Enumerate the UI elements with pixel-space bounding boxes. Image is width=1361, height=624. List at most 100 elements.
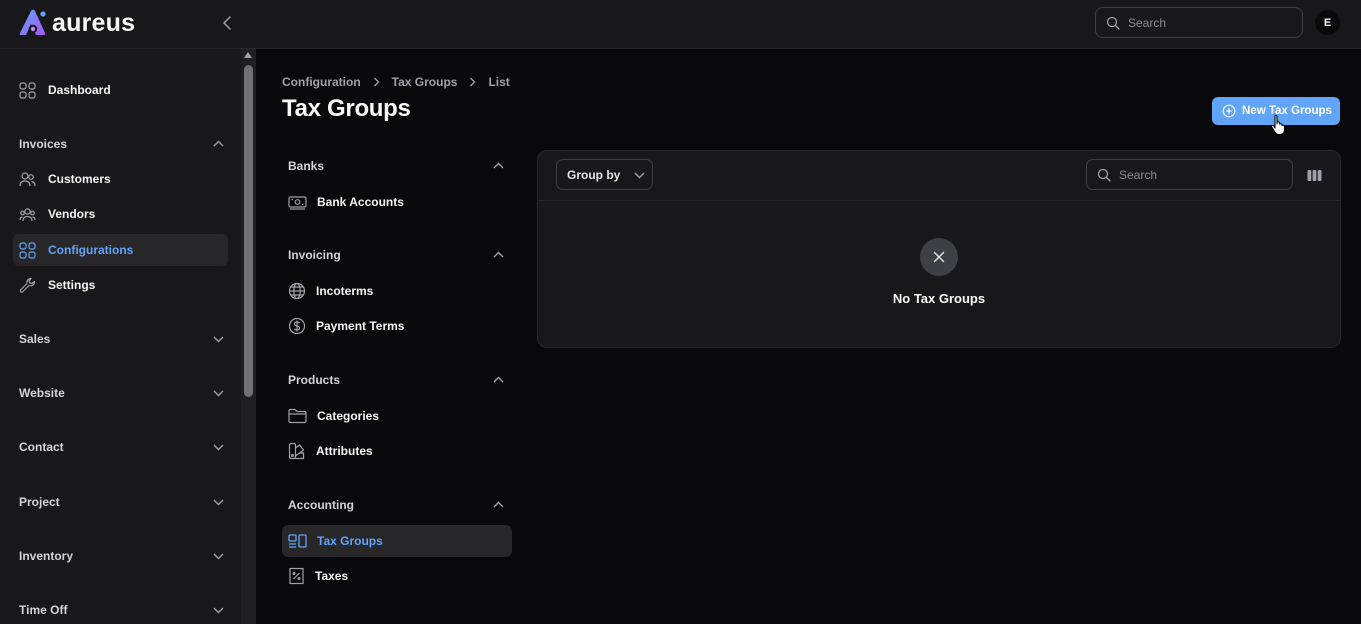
app-logo[interactable]: aureus	[18, 9, 135, 37]
sidebar-group-invoices[interactable]: Invoices	[19, 134, 224, 154]
sidebar-item-dashboard[interactable]: Dashboard	[13, 74, 228, 106]
sidebar-group-label: Contact	[19, 440, 64, 454]
tax-groups-table: Group by No Tax Groups	[537, 150, 1341, 348]
hand-cursor-icon	[1271, 114, 1286, 136]
chevron-right-icon	[373, 77, 380, 87]
dollar-icon	[288, 317, 306, 335]
sidebar-item-label: Configurations	[48, 243, 134, 257]
sidebar-item-vendors[interactable]: Vendors	[13, 198, 228, 230]
table-search[interactable]	[1086, 159, 1293, 190]
close-icon	[933, 251, 945, 263]
logo-mark-icon	[19, 9, 46, 35]
global-search-input[interactable]	[1128, 15, 1278, 30]
page-title: Tax Groups	[282, 95, 411, 122]
receipt-percent-icon	[289, 567, 304, 585]
sidebar-group-contact[interactable]: Contact	[19, 437, 224, 457]
user-group-icon	[19, 207, 36, 221]
table-search-input[interactable]	[1119, 167, 1269, 182]
sidebar-group-label: Website	[19, 386, 65, 400]
column-toggle-button[interactable]	[1305, 166, 1323, 184]
sidebar-group-label: Invoices	[19, 137, 68, 151]
chevron-up-icon	[493, 162, 504, 169]
subnav-item-tax-groups[interactable]: Tax Groups	[282, 525, 512, 557]
subnav-group-label: Products	[288, 373, 341, 387]
sidebar-item-label: Settings	[48, 278, 96, 292]
globe-icon	[288, 282, 306, 300]
subnav-item-label: Bank Accounts	[317, 195, 404, 209]
sidebar-scrollbar-thumb[interactable]	[244, 65, 253, 397]
breadcrumb-item[interactable]: Configuration	[282, 75, 361, 89]
subnav-group-label: Invoicing	[288, 248, 341, 262]
empty-state-icon	[920, 238, 958, 276]
subnav-item-label: Attributes	[316, 444, 373, 458]
subnav-item-categories[interactable]: Categories	[282, 400, 512, 432]
collapse-sidebar-button[interactable]	[218, 13, 238, 33]
sidebar-item-label: Dashboard	[48, 83, 111, 97]
swatch-icon	[288, 442, 305, 460]
subnav-group-invoicing[interactable]: Invoicing	[288, 245, 504, 265]
subnav-item-bank-accounts[interactable]: Bank Accounts	[282, 186, 512, 218]
sidebar: Dashboard Invoices Customers Vendors Con…	[0, 49, 241, 624]
wrench-icon	[19, 277, 36, 293]
subnav-item-taxes[interactable]: Taxes	[282, 560, 512, 592]
bank-icon	[288, 195, 307, 210]
scroll-up-arrow-icon[interactable]	[244, 52, 252, 58]
search-icon	[1106, 16, 1120, 30]
group-by-label: Group by	[567, 167, 621, 182]
subnav-group-label: Accounting	[288, 498, 354, 512]
empty-state-message: No Tax Groups	[892, 291, 986, 306]
subnav-item-attributes[interactable]: Attributes	[282, 435, 512, 467]
chevron-up-icon	[493, 376, 504, 383]
sidebar-item-customers[interactable]: Customers	[13, 163, 228, 195]
subnav-item-incoterms[interactable]: Incoterms	[282, 275, 512, 307]
subnav-item-label: Payment Terms	[316, 319, 405, 333]
chevron-down-icon	[213, 444, 224, 451]
breadcrumb-item: List	[488, 75, 510, 89]
chevron-up-icon	[493, 501, 504, 508]
breadcrumb: Configuration Tax Groups List	[282, 75, 510, 89]
subnav-group-banks[interactable]: Banks	[288, 156, 504, 176]
chevron-down-icon	[213, 499, 224, 506]
subnav-item-label: Incoterms	[316, 284, 374, 298]
sidebar-group-website[interactable]: Website	[19, 383, 224, 403]
sidebar-group-project[interactable]: Project	[19, 492, 224, 512]
subnav-item-payment-terms[interactable]: Payment Terms	[282, 310, 512, 342]
sidebar-group-label: Project	[19, 495, 60, 509]
chevron-right-icon	[470, 77, 476, 87]
subnav-group-accounting[interactable]: Accounting	[288, 495, 504, 515]
sidebar-group-label: Sales	[19, 332, 51, 346]
sidebar-group-label: Time Off	[19, 603, 68, 617]
sidebar-group-time-off[interactable]: Time Off	[19, 600, 224, 620]
breadcrumb-item[interactable]: Tax Groups	[392, 75, 458, 89]
search-icon	[1097, 168, 1111, 182]
group-by-dropdown[interactable]: Group by	[556, 159, 653, 190]
folder-icon	[288, 408, 307, 424]
sidebar-item-label: Customers	[48, 172, 111, 186]
sidebar-item-settings[interactable]: Settings	[13, 269, 228, 301]
logo-text: aureus	[52, 9, 136, 37]
sidebar-item-label: Vendors	[48, 207, 96, 221]
chevron-down-icon	[213, 553, 224, 560]
global-search[interactable]	[1095, 7, 1303, 38]
sidebar-group-sales[interactable]: Sales	[19, 329, 224, 349]
columns-icon	[1307, 169, 1321, 181]
sidebar-item-configurations[interactable]: Configurations	[13, 234, 228, 266]
plus-circle-icon	[1222, 104, 1236, 118]
chevron-down-icon	[213, 390, 224, 397]
sidebar-group-label: Inventory	[19, 549, 74, 563]
chevron-up-icon	[493, 251, 504, 258]
users-icon	[19, 171, 36, 186]
sidebar-group-inventory[interactable]: Inventory	[19, 546, 224, 566]
user-avatar[interactable]: E	[1315, 10, 1340, 35]
subnav-group-products[interactable]: Products	[288, 370, 504, 390]
chevron-down-icon	[634, 172, 645, 178]
grid-icon	[19, 81, 36, 99]
chevron-left-icon	[223, 16, 231, 30]
top-bar: aureus E	[0, 0, 1361, 49]
chevron-down-icon	[213, 336, 224, 343]
subnav-group-label: Banks	[288, 159, 325, 173]
subnav-item-label: Taxes	[315, 569, 349, 583]
sidebar-scrollbar[interactable]	[241, 49, 256, 624]
chevron-up-icon	[213, 140, 224, 147]
chevron-down-icon	[213, 607, 224, 614]
